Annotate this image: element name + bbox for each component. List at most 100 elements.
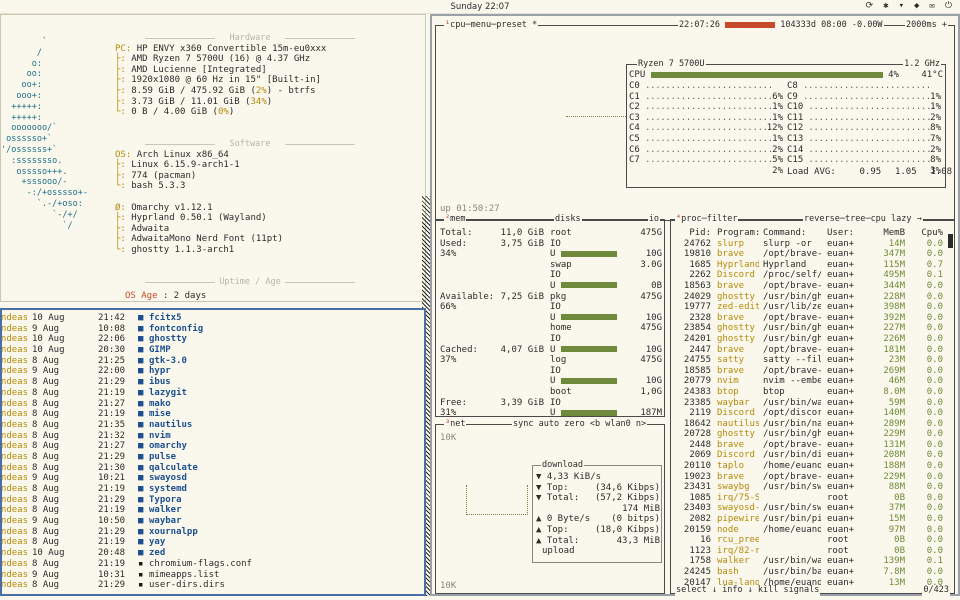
file-list-terminal[interactable]: ndeas 10 Aug 21:42 ■ fcitx5 ndeas 9 Aug 10:08 ■… (0, 308, 426, 596)
proc-row[interactable]: 23854 ghostty/usr/bin/gho euan+ 227M 0.0 (673, 323, 943, 334)
proc-row[interactable]: 23431 swaybg/usr/bin/swa euan+ 88M 0.0 (673, 482, 943, 493)
file-name[interactable]: mimeapps.list (149, 570, 219, 581)
net-auto[interactable]: auto (539, 419, 559, 429)
proc-select[interactable]: select (676, 585, 707, 595)
file-name[interactable]: hypr (149, 366, 171, 377)
proc-row[interactable]: 24029 ghostty/usr/bin/gho euan+ 228M 0.0 (673, 292, 943, 303)
proc-row[interactable]: 1685 Hyprland Hyprland euan+ 115M 0.7 (673, 260, 943, 271)
proc-filter[interactable]: filter (707, 214, 738, 224)
file-name[interactable]: ghostty (149, 334, 187, 345)
proc-row[interactable]: 2448 brave/opt/brave-b euan+ 131M 0.0 (673, 440, 943, 451)
disk-row[interactable]: log 475G (550, 355, 662, 366)
proc-row[interactable]: 2262 Discord/proc/self/e euan+ 495M 0.1 (673, 270, 943, 281)
file-name[interactable]: mako (149, 399, 171, 410)
file-row[interactable]: ndeas 9 Aug 10:08 ■ fontconfig (2, 324, 422, 335)
file-row[interactable]: ndeas 8 Aug 21:19 ▪ chromium-flags.conf (2, 559, 422, 570)
clock[interactable]: Sunday 22:07 (0, 2, 960, 13)
proc-row[interactable]: 19023 brave/opt/brave-b euan+ 229M 0.0 (673, 472, 943, 483)
file-name[interactable]: omarchy (149, 441, 187, 452)
refresh-rate[interactable]: 2000ms + (906, 20, 947, 30)
file-row[interactable]: ndeas 8 Aug 21:19 ■ walker (2, 505, 422, 516)
file-name[interactable]: systemd (149, 484, 187, 495)
proc-scrollbar[interactable] (948, 228, 954, 583)
file-row[interactable]: ndeas 8 Aug 21:27 ■ omarchy (2, 441, 422, 452)
proc-row[interactable]: 20159 node/home/euande euan+ 97M 0.0 (673, 525, 943, 536)
file-row[interactable]: ndeas 8 Aug 21:35 ■ nautilus (2, 420, 422, 431)
proc-row[interactable]: 18585 brave/opt/brave-b euan+ 269M 0.0 (673, 366, 943, 377)
proc-row[interactable]: 2082 pipewire/usr/bin/pip euan+ 15M 0.0 (673, 514, 943, 525)
file-row[interactable]: ndeas 8 Aug 21:30 ■ qalculate (2, 463, 422, 474)
proc-row[interactable]: 19777 zed-edit/usr/lib/zed euan+ 398M 0.0 (673, 302, 943, 313)
proc-row[interactable]: 2119 Discord/opt/discord euan+ 140M 0.0 (673, 408, 943, 419)
file-name[interactable]: yay (149, 537, 165, 548)
proc-row[interactable]: 20779 nvim nvim --embed euan+ 46M 0.0 (673, 376, 943, 387)
proc-kill[interactable]: kill (758, 585, 778, 595)
proc-row[interactable]: 20110 taplo/home/euande euan+ 188M 0.0 (673, 461, 943, 472)
file-row[interactable]: ndeas 10 Aug 20:48 ■ zed (2, 548, 422, 559)
file-row[interactable]: ndeas 9 Aug 22:00 ■ hypr (2, 366, 422, 377)
file-row[interactable]: ndeas 8 Aug 21:29 ▪ user-dirs.dirs (2, 580, 422, 591)
file-name[interactable]: fontconfig (149, 324, 203, 335)
net-zero[interactable]: zero (564, 419, 584, 429)
disk-row[interactable]: root 475G (550, 228, 662, 239)
disk-row[interactable]: swap 3.0G (550, 260, 662, 271)
disk-row[interactable]: boot 1,0G (550, 387, 662, 398)
proc-col-prog[interactable]: Program: (711, 228, 759, 239)
file-row[interactable]: ndeas 9 Aug 10:31 ▪ mimeapps.list (2, 570, 422, 581)
file-name[interactable]: lazygit (149, 388, 187, 399)
file-row[interactable]: ndeas 8 Aug 21:32 ■ nvim (2, 431, 422, 442)
file-row[interactable]: ndeas 8 Aug 21:19 ■ systemd (2, 484, 422, 495)
net-prev[interactable]: <b (590, 419, 600, 429)
cpu-title[interactable]: cpu (450, 20, 465, 30)
file-name[interactable]: swayosd (149, 473, 187, 484)
proc-col-mem[interactable]: MemB (869, 228, 905, 239)
file-name[interactable]: ibus (149, 377, 171, 388)
btop-terminal[interactable]: ¹cpu─menu─preset * 22:07:26 104333d 08:0… (430, 14, 960, 596)
proc-reverse[interactable]: reverse (804, 214, 840, 224)
proc-row[interactable]: 24383 btop btop euan+ 8.0M 0.0 (673, 387, 943, 398)
file-name[interactable]: zed (149, 548, 165, 559)
proc-row[interactable]: 24245 bash/usr/bin/bas euan+ 7.8M 0.0 (673, 567, 943, 578)
net-sync[interactable]: sync (513, 419, 533, 429)
proc-row[interactable]: 2069 Discord/usr/bin/dis euan+ 208M 0.0 (673, 450, 943, 461)
proc-row[interactable]: 2328 brave/opt/brave-b euan+ 392M 0.0 (673, 313, 943, 324)
proc-signals[interactable]: signals (784, 585, 820, 595)
disk-row[interactable]: pkg 475G (550, 292, 662, 303)
file-row[interactable]: ndeas 9 Aug 10:50 ■ waybar (2, 516, 422, 527)
proc-row[interactable]: 24755 satty satty --file euan+ 23M 0.0 (673, 355, 943, 366)
audio-icon[interactable]: ◆ (914, 1, 919, 12)
file-row[interactable]: ndeas 8 Aug 21:19 ■ mise (2, 409, 422, 420)
file-row[interactable]: ndeas 8 Aug 21:29 ■ Typora (2, 495, 422, 506)
proc-col-cmd[interactable]: Command: (759, 228, 821, 239)
proc-title[interactable]: proc (681, 214, 701, 224)
proc-tree[interactable]: tree (845, 214, 865, 224)
file-row[interactable]: ndeas 8 Aug 21:19 ■ lazygit (2, 388, 422, 399)
file-name[interactable]: user-dirs.dirs (149, 580, 225, 591)
file-row[interactable]: ndeas 8 Aug 21:29 ■ pulse (2, 452, 422, 463)
file-name[interactable]: walker (149, 505, 182, 516)
proc-row[interactable]: 1758 walker/usr/bin/wal euan+ 139M 0.1 (673, 556, 943, 567)
file-row[interactable]: ndeas 8 Aug 21:25 ■ gtk-3.0 (2, 356, 422, 367)
power-icon[interactable]: ⏻ (945, 1, 952, 12)
file-row[interactable]: ndeas 9 Aug 10:21 ■ swayosd (2, 473, 422, 484)
wifi-icon[interactable]: ▾ (899, 1, 904, 12)
proc-row[interactable]: 1085 irq/75-S root 0B 0.0 (673, 493, 943, 504)
file-name[interactable]: pulse (149, 452, 176, 463)
proc-row[interactable]: 18563 brave/opt/brave-b euan+ 344M 0.0 (673, 281, 943, 292)
file-name[interactable]: mise (149, 409, 171, 420)
proc-info[interactable]: info (722, 585, 742, 595)
preset-button[interactable]: preset * (496, 20, 537, 30)
file-name[interactable]: nvim (149, 431, 171, 442)
file-row[interactable]: ndeas 10 Aug 21:42 ■ fcitx5 (2, 313, 422, 324)
file-row[interactable]: ndeas 8 Aug 21:29 ■ ibus (2, 377, 422, 388)
file-row[interactable]: ndeas 10 Aug 20:30 ■ GIMP (2, 345, 422, 356)
file-name[interactable]: chromium-flags.conf (149, 559, 252, 570)
file-row[interactable]: ndeas 8 Aug 21:27 ■ mako (2, 399, 422, 410)
disks-title[interactable]: disks (555, 214, 581, 224)
proc-row[interactable]: 1123 irq/82-r root 0B 0.0 (673, 546, 943, 557)
file-row[interactable]: ndeas 8 Aug 21:19 ■ yay (2, 537, 422, 548)
file-name[interactable]: Typora (149, 495, 182, 506)
mem-title[interactable]: mem (450, 214, 465, 224)
cpu-icon[interactable]: ✉ (929, 1, 934, 12)
io-toggle[interactable]: io (649, 214, 659, 224)
